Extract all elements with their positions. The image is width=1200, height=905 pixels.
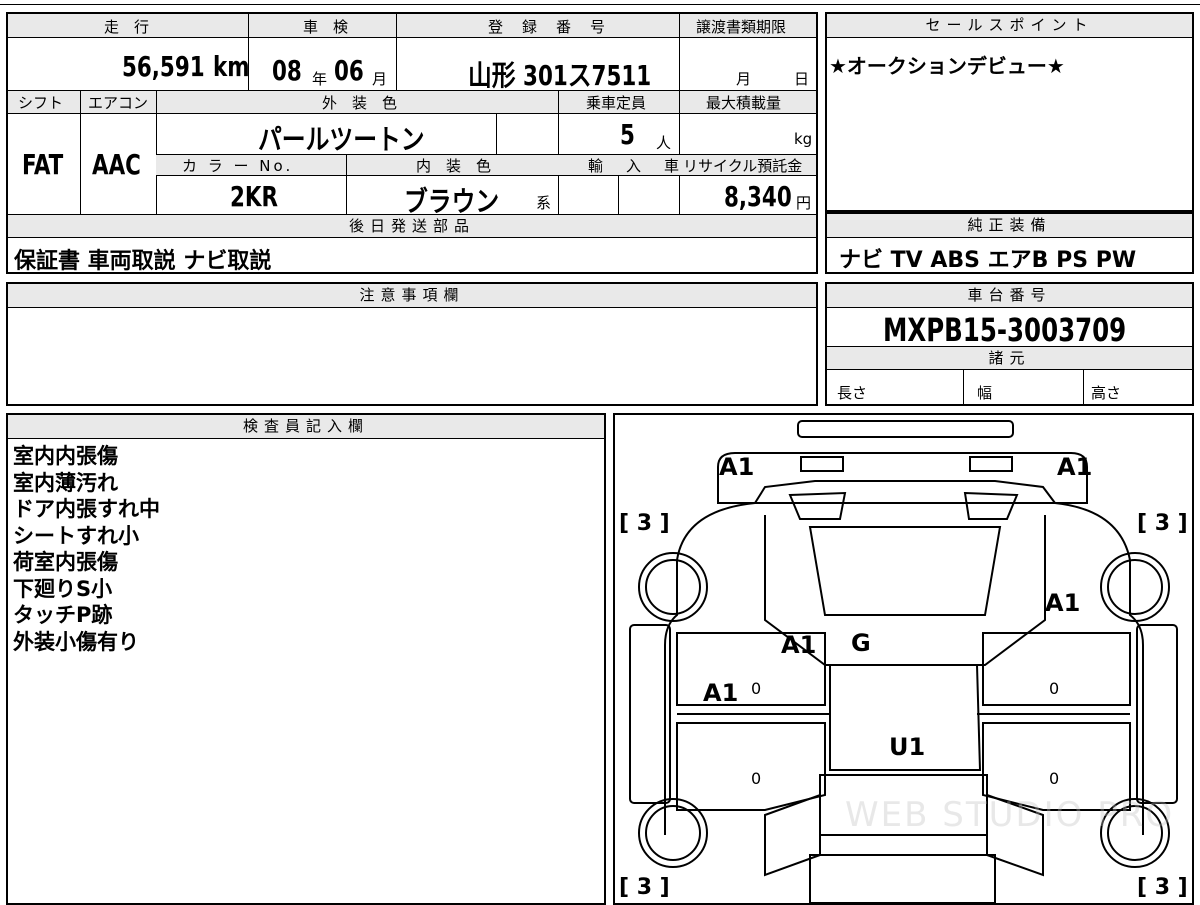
ext-color-value: パールツートン bbox=[258, 123, 425, 156]
shaken-month: 06 bbox=[334, 54, 364, 87]
specs-header: 諸元 bbox=[827, 346, 1192, 370]
tire-mark: [ 3 ] bbox=[619, 875, 670, 900]
watermark: WEB STUDIO PRO bbox=[845, 795, 1175, 835]
notes-header: 注意事項欄 bbox=[8, 284, 816, 308]
sales-point-label: セールスポイント bbox=[925, 16, 1094, 34]
panel-zero: 0 bbox=[751, 769, 762, 788]
reg-number-label: 登 録 番 号 bbox=[488, 18, 608, 36]
recycle-unit: 円 bbox=[796, 194, 812, 212]
damage-mark: A1 bbox=[1045, 589, 1081, 617]
panel-zero: 0 bbox=[751, 679, 762, 698]
capacity-value: 5 bbox=[620, 118, 635, 151]
inspector-header: 検査員記入欄 bbox=[8, 415, 604, 439]
max-load-label: 最大積載量 bbox=[706, 94, 782, 112]
genuine-equipment-box: 純正装備 ナビ TV ABS エアB PS PW bbox=[825, 212, 1194, 274]
inspector-line: 外装小傷有り bbox=[13, 629, 139, 654]
damage-mark: G bbox=[851, 629, 871, 657]
genuine-equipment-header: 純正装備 bbox=[827, 214, 1192, 238]
ext-color-label: 外 装 色 bbox=[322, 94, 398, 112]
color-no-value: 2KR bbox=[230, 180, 278, 213]
inspector-line: 荷室内張傷 bbox=[13, 550, 118, 574]
transfer-day-unit: 日 bbox=[794, 70, 810, 88]
later-parts-value: 保証書 車両取説 ナビ取説 bbox=[14, 249, 272, 274]
tire-mark: [ 3 ] bbox=[1137, 511, 1188, 536]
damage-mark: A1 bbox=[1057, 453, 1093, 481]
inspector-label: 検査員記入欄 bbox=[242, 417, 369, 435]
recycle-label: リサイクル預託金 bbox=[683, 157, 803, 175]
sales-point-text: ★オークションデビュー★ bbox=[829, 54, 1065, 78]
sales-point-header: セールスポイント bbox=[827, 14, 1192, 38]
sales-point-box: セールスポイント ★オークションデビュー★ bbox=[825, 12, 1194, 212]
max-load-unit: kg bbox=[794, 130, 813, 148]
tire-mark: [ 3 ] bbox=[1137, 875, 1188, 900]
capacity-label: 乗車定員 bbox=[586, 94, 647, 112]
shift-label: シフト bbox=[18, 94, 64, 112]
inspector-line: タッチP跡 bbox=[13, 603, 113, 627]
specs-label: 諸元 bbox=[988, 349, 1031, 367]
later-parts-header: 後日発送部品 bbox=[8, 214, 816, 238]
chassis-header: 車台番号 bbox=[827, 284, 1192, 308]
chassis-number: MXPB15-3003709 bbox=[883, 311, 1127, 349]
reg-number: 山形 301ス7511 bbox=[468, 59, 652, 92]
chassis-box: 車台番号 MXPB15-3003709 諸元 長さ 幅 高さ bbox=[825, 282, 1194, 406]
inspector-line: 室内薄汚れ bbox=[13, 470, 118, 495]
damage-mark: A1 bbox=[719, 453, 755, 481]
damage-mark: U1 bbox=[889, 733, 926, 761]
transfer-label: 譲渡書類期限 bbox=[696, 18, 787, 36]
inspector-line: 下廻りS小 bbox=[13, 576, 113, 601]
height-label: 高さ bbox=[1091, 384, 1122, 402]
shaken-label: 車 検 bbox=[303, 18, 349, 36]
ac-label: エアコン bbox=[88, 94, 149, 112]
width-label: 幅 bbox=[977, 384, 993, 402]
damage-mark: A1 bbox=[703, 679, 739, 707]
import-label: 輸 入 車 bbox=[588, 157, 684, 175]
inspector-notes: 室内内張傷 室内薄汚れ ドア内張すれ中 シートすれ小 荷室内張傷 下廻りS小 タ… bbox=[13, 443, 160, 655]
notes-box: 注意事項欄 bbox=[6, 282, 818, 406]
recycle-fee: 8,340 bbox=[724, 180, 792, 213]
shaken-month-unit: 月 bbox=[372, 70, 388, 88]
ac-value: AAC bbox=[92, 148, 141, 181]
mileage-label: 走 行 bbox=[104, 18, 150, 36]
genuine-equipment-label: 純正装備 bbox=[967, 216, 1052, 234]
inspector-line: ドア内張すれ中 bbox=[13, 497, 160, 521]
tire-mark: [ 3 ] bbox=[619, 511, 670, 536]
notes-label: 注意事項欄 bbox=[359, 286, 465, 304]
later-parts-label: 後日発送部品 bbox=[348, 217, 475, 235]
car-diagram-box: WEB STUDIO PRO A1 A1 A1 A1 A1 G U1 [ 3 ]… bbox=[613, 413, 1194, 905]
mileage-value: 56,591 bbox=[122, 50, 205, 83]
color-no-label: カ ラ ー No. bbox=[182, 157, 294, 175]
length-label: 長さ bbox=[837, 384, 868, 402]
inspector-box: 検査員記入欄 室内内張傷 室内薄汚れ ドア内張すれ中 シートすれ小 荷室内張傷 … bbox=[6, 413, 606, 905]
damage-mark: A1 bbox=[781, 631, 817, 659]
panel-zero: 0 bbox=[1049, 679, 1060, 698]
genuine-equipment-text: ナビ TV ABS エアB PS PW bbox=[839, 248, 1137, 273]
shaken-year: 08 bbox=[272, 54, 302, 87]
int-color-unit: 系 bbox=[536, 194, 552, 212]
mileage-unit: km bbox=[213, 50, 250, 83]
shaken-year-unit: 年 bbox=[312, 70, 328, 88]
top-edge-line bbox=[0, 4, 1200, 5]
panel-zero: 0 bbox=[1049, 769, 1060, 788]
shift-value: FAT bbox=[22, 148, 64, 181]
inspector-line: シートすれ小 bbox=[13, 523, 139, 548]
int-color-label: 内 装 色 bbox=[416, 157, 492, 175]
vehicle-info-table: 走 行 車 検 登 録 番 号 譲渡書類期限 56,591 km 08 年 06… bbox=[6, 12, 818, 274]
chassis-label: 車台番号 bbox=[967, 286, 1052, 304]
capacity-unit: 人 bbox=[656, 134, 672, 152]
inspector-line: 室内内張傷 bbox=[13, 444, 118, 468]
transfer-month-unit: 月 bbox=[736, 70, 752, 88]
